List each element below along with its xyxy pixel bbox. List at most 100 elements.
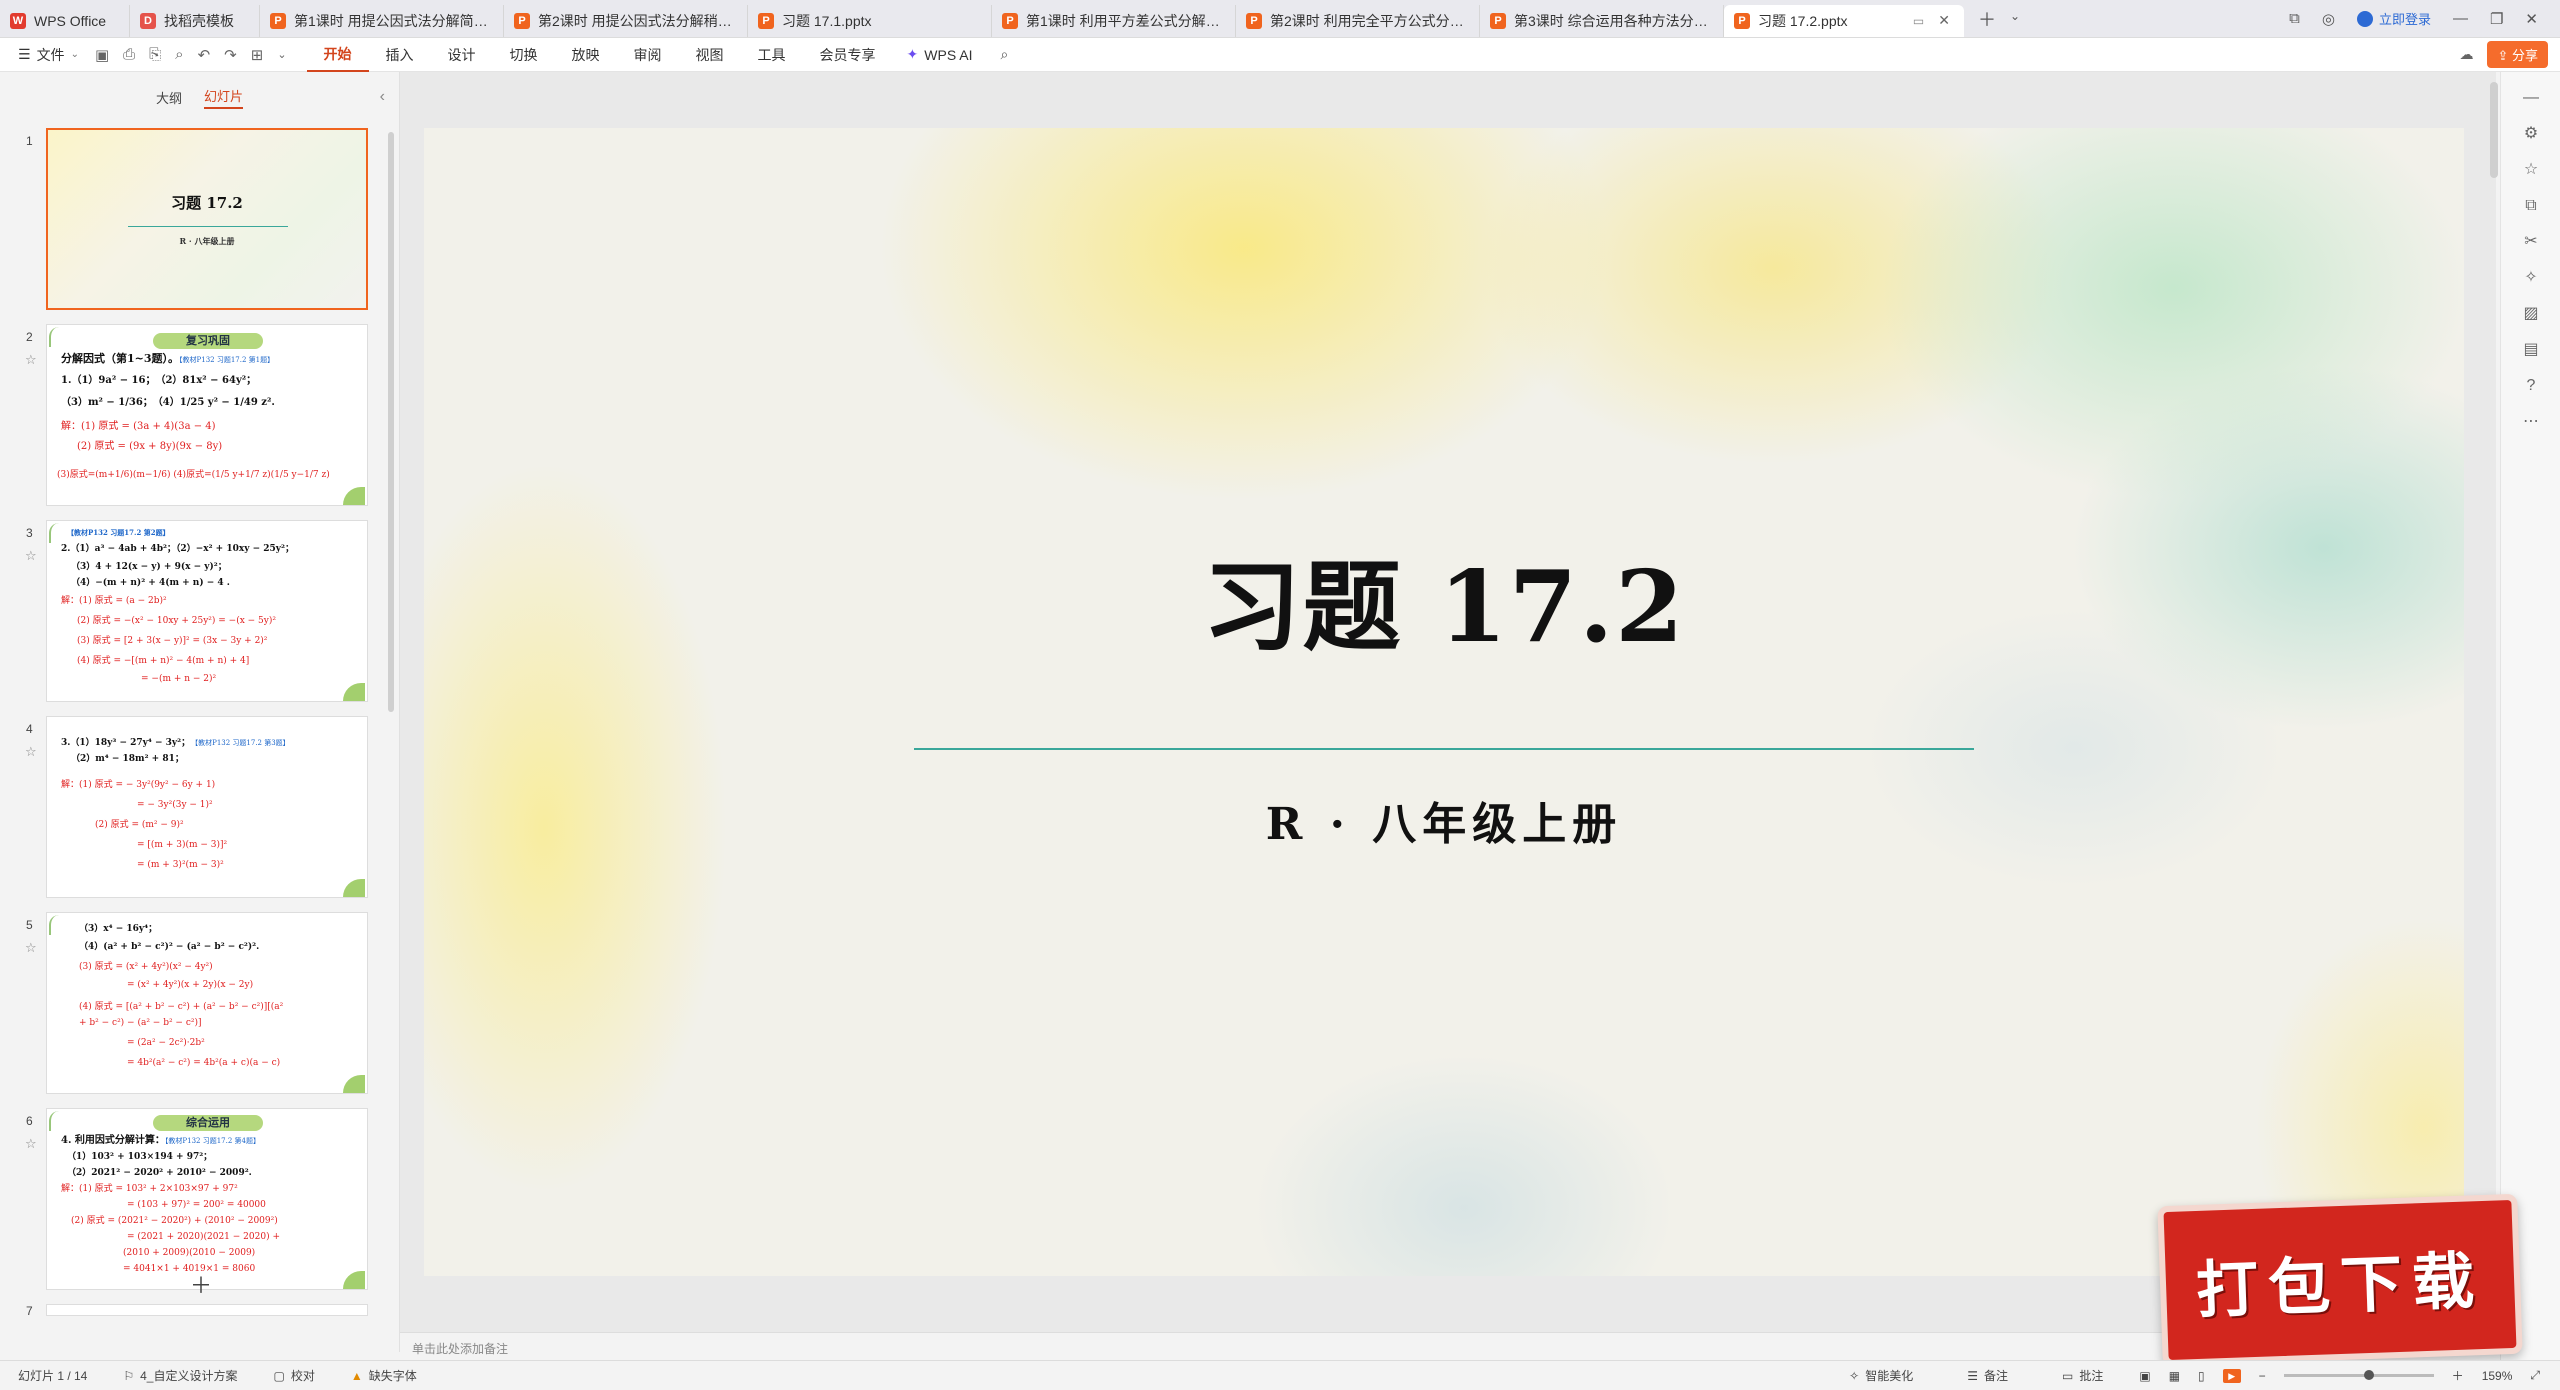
- slide-thumbnail[interactable]: 【教材P132 习题17.2 第2题】 2.（1）a³ − 4ab + 4b²；…: [46, 520, 368, 702]
- bookmark-icon[interactable]: ▤: [2521, 340, 2541, 360]
- thumbnail-slide-7[interactable]: 7: [0, 1304, 380, 1316]
- zoom-in-icon[interactable]: ＋: [2452, 1367, 2464, 1384]
- ribbon-tab-member[interactable]: 会员专享: [803, 38, 893, 72]
- panel-scrollbar[interactable]: [388, 132, 394, 712]
- ribbon-tab-home[interactable]: 开始: [306, 38, 369, 72]
- fit-window-icon[interactable]: ⤢: [2530, 1368, 2540, 1383]
- slide-subtitle[interactable]: R · 八年级上册: [424, 788, 2464, 852]
- file-menu-button[interactable]: ☰ 文件 ⌄: [0, 45, 95, 65]
- slides-tab[interactable]: 幻灯片: [204, 86, 244, 109]
- ribbon-tab-view[interactable]: 视图: [679, 38, 741, 72]
- missing-font-button[interactable]: ▲ 缺失字体: [333, 1367, 435, 1384]
- current-slide[interactable]: 习题 17.2 R · 八年级上册: [424, 128, 2464, 1276]
- quick-access-chevron-icon[interactable]: ⌄: [277, 48, 286, 61]
- ribbon-tab-review[interactable]: 审阅: [617, 38, 679, 72]
- theme-name[interactable]: ⚐ 4_自定义设计方案: [105, 1367, 255, 1384]
- play-slideshow-icon[interactable]: ▶: [2222, 1368, 2241, 1383]
- undo-icon[interactable]: ↶: [198, 46, 211, 64]
- tab-list-chevron-icon[interactable]: ⌄: [2010, 6, 2020, 32]
- beautify-button[interactable]: ✧ 智能美化: [1831, 1367, 1931, 1384]
- slide-title[interactable]: 习题 17.2: [424, 528, 2464, 670]
- slide-thumbnail[interactable]: [46, 1304, 368, 1316]
- tab-document[interactable]: P 第2课时 用提公因式法分解稍复杂的因: [504, 4, 748, 37]
- thumbnail-slide-2[interactable]: 2 ☆ 复习巩固 分解因式（第1~3题）。【教材P132 习题17.2 第1题】…: [0, 324, 380, 508]
- notes-button[interactable]: ☰ 备注: [1949, 1367, 2026, 1384]
- thumbnail-slide-1[interactable]: 1 习题 17.2 R · 八年级上册: [0, 128, 380, 312]
- redo-icon[interactable]: ↷: [224, 46, 237, 64]
- ribbon-tab-design[interactable]: 设计: [431, 38, 493, 72]
- add-slide-button[interactable]: ＋: [190, 1268, 212, 1300]
- wps-presentation-window: W WPS Office D 找稻壳模板 P 第1课时 用提公因式法分解简单的因…: [0, 0, 2560, 1390]
- ribbon-tab-tools[interactable]: 工具: [741, 38, 803, 72]
- slide-thumbnail[interactable]: 综合运用 4. 利用因式分解计算：【教材P132 习题17.2 第4题】 （1）…: [46, 1108, 368, 1290]
- star-icon[interactable]: ☆: [25, 744, 37, 760]
- export-pdf-icon[interactable]: ⎙: [123, 46, 135, 63]
- close-window-icon[interactable]: ✕: [2525, 10, 2538, 28]
- cloud-sync-icon[interactable]: ☁: [2459, 46, 2473, 63]
- ribbon-tab-insert[interactable]: 插入: [369, 38, 431, 72]
- magic-icon[interactable]: ✧: [2521, 268, 2541, 288]
- notes-icon: ☰: [1967, 1368, 1978, 1383]
- collapse-panel-icon[interactable]: ‹: [380, 88, 385, 106]
- zoom-slider[interactable]: [2283, 1370, 2434, 1380]
- star-icon[interactable]: ☆: [25, 548, 37, 564]
- leaf-decoration: [343, 487, 365, 505]
- tab-document[interactable]: P 第2课时 利用完全平方公式分解因式.p: [1236, 4, 1480, 37]
- slide-sorter-icon[interactable]: ▦: [2169, 1369, 2180, 1383]
- help-icon[interactable]: ?: [2521, 376, 2541, 396]
- maximize-icon[interactable]: ❐: [2490, 10, 2503, 28]
- zoom-slider-knob[interactable]: [2363, 1370, 2374, 1380]
- print-icon[interactable]: ⎘: [149, 46, 161, 63]
- reading-view-icon[interactable]: ▯: [2198, 1369, 2205, 1383]
- new-tab-icon[interactable]: ＋: [1978, 6, 1996, 32]
- star-icon[interactable]: ☆: [25, 352, 37, 368]
- tab-document[interactable]: P 第1课时 利用平方差公式分解因式.pp: [992, 4, 1236, 37]
- star-favorite-icon[interactable]: ☆: [2521, 160, 2541, 180]
- image-icon[interactable]: ▨: [2521, 304, 2541, 324]
- minus-icon[interactable]: —: [2521, 88, 2541, 108]
- window-restore-icon[interactable]: ▭: [1913, 14, 1924, 28]
- print-preview-icon[interactable]: ⌕: [175, 46, 183, 63]
- star-icon[interactable]: ☆: [25, 1136, 37, 1152]
- slide-thumbnail[interactable]: 3.（1）18y³ − 27y⁴ − 3y²； 【教材P132 习题17.2 第…: [46, 716, 368, 898]
- thumbnail-slide-4[interactable]: 4 ☆ 3.（1）18y³ − 27y⁴ − 3y²； 【教材P132 习题17…: [0, 716, 380, 900]
- format-painter-icon[interactable]: ⊞: [251, 46, 264, 64]
- tab-document-active[interactable]: P 习题 17.2.pptx ▭ ✕: [1724, 4, 1964, 37]
- star-icon[interactable]: ☆: [25, 940, 37, 956]
- more-icon[interactable]: ⋯: [2521, 412, 2541, 432]
- slide-counter: 幻灯片 1 / 14: [18, 1369, 88, 1383]
- login-button[interactable]: 立即登录: [2356, 9, 2431, 28]
- minimize-icon[interactable]: —: [2453, 10, 2468, 27]
- tools-icon[interactable]: ✂: [2521, 232, 2541, 252]
- ribbon-tab-slideshow[interactable]: 放映: [555, 38, 617, 72]
- tab-document[interactable]: P 第1课时 用提公因式法分解简单的因式: [260, 4, 504, 37]
- save-icon[interactable]: ▣: [95, 46, 109, 64]
- zoom-level[interactable]: 159%: [2482, 1369, 2513, 1383]
- outline-tab[interactable]: 大纲: [156, 88, 182, 107]
- thumbnail-slide-5[interactable]: 5 ☆ （3）x⁴ − 16y⁴； （4）(a² + b² − c²)² − (…: [0, 912, 380, 1096]
- tab-document[interactable]: P 第3课时 综合运用各种方法分解因式.p: [1480, 4, 1724, 37]
- properties-icon[interactable]: ⚙: [2521, 124, 2541, 144]
- tab-wps-office[interactable]: W WPS Office: [0, 4, 130, 37]
- share-button[interactable]: ⇪ 分享: [2487, 41, 2548, 68]
- slide-thumbnail[interactable]: （3）x⁴ − 16y⁴； （4）(a² + b² − c²)² − (a² −…: [46, 912, 368, 1094]
- skin-icon[interactable]: ◎: [2322, 10, 2335, 28]
- tab-template[interactable]: D 找稻壳模板: [130, 4, 260, 37]
- tab-document[interactable]: P 习题 17.1.pptx: [748, 4, 992, 37]
- download-package-badge[interactable]: 打包下载: [2157, 1193, 2523, 1367]
- slide-thumbnail[interactable]: 复习巩固 分解因式（第1~3题）。【教材P132 习题17.2 第1题】 1.（…: [46, 324, 368, 506]
- proofread-button[interactable]: ▢ 校对: [255, 1367, 332, 1384]
- window-layout-icon[interactable]: ⧉: [2289, 10, 2300, 27]
- canvas-scrollbar[interactable]: [2490, 82, 2498, 178]
- zoom-out-icon[interactable]: −: [2259, 1369, 2266, 1383]
- thumbnail-slide-6[interactable]: 6 ☆ 综合运用 4. 利用因式分解计算：【教材P132 习题17.2 第4题】…: [0, 1108, 380, 1292]
- normal-view-icon[interactable]: ▣: [2139, 1369, 2150, 1383]
- search-icon[interactable]: ⌕: [987, 46, 1023, 63]
- wps-ai-button[interactable]: ✦ WPS AI: [893, 46, 987, 63]
- copy-icon[interactable]: ⧉: [2521, 196, 2541, 216]
- thumbnail-slide-3[interactable]: 3 ☆ 【教材P132 习题17.2 第2题】 2.（1）a³ − 4ab + …: [0, 520, 380, 704]
- ribbon-tab-transitions[interactable]: 切换: [493, 38, 555, 72]
- slide-thumbnail[interactable]: 习题 17.2 R · 八年级上册: [46, 128, 368, 310]
- comments-button[interactable]: ▭ 批注: [2044, 1367, 2121, 1384]
- close-tab-icon[interactable]: ✕: [1938, 12, 1950, 29]
